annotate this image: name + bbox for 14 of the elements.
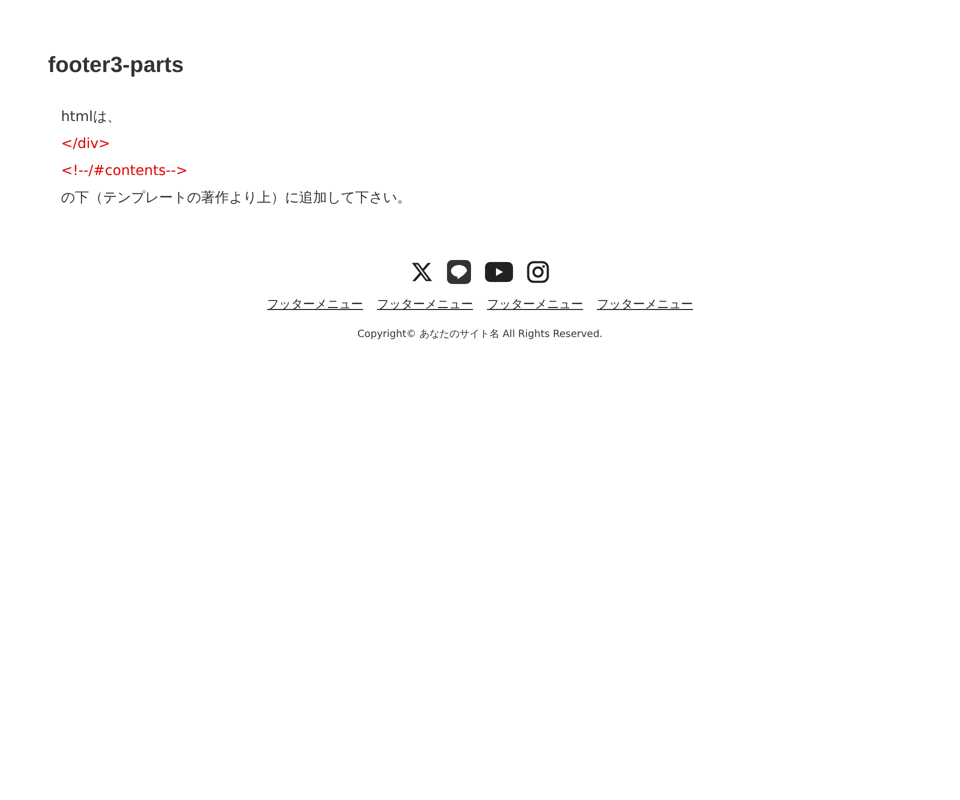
code-line: <!--/#contents-->	[61, 162, 189, 181]
footer-menu-link[interactable]: フッターメニュー	[487, 296, 583, 313]
camera-icon[interactable]	[527, 261, 549, 283]
footer-menu-link[interactable]: フッターメニュー	[597, 296, 693, 313]
chat-bubble-icon[interactable]	[447, 260, 471, 284]
play-button-icon[interactable]	[485, 262, 513, 282]
text-line: htmlは、	[61, 108, 122, 127]
text-line: の下（テンプレートの著作より上）に追加して下さい。	[61, 189, 412, 208]
copyright-text: Copyright© あなたのサイト名 All Rights Reserved.	[357, 328, 603, 341]
code-line: </div>	[61, 135, 112, 154]
x-logo-icon[interactable]	[411, 261, 433, 283]
footer-menu-link[interactable]: フッターメニュー	[267, 296, 363, 313]
page-heading: footer3-parts	[48, 52, 185, 78]
footer-menu-link[interactable]: フッターメニュー	[377, 296, 473, 313]
